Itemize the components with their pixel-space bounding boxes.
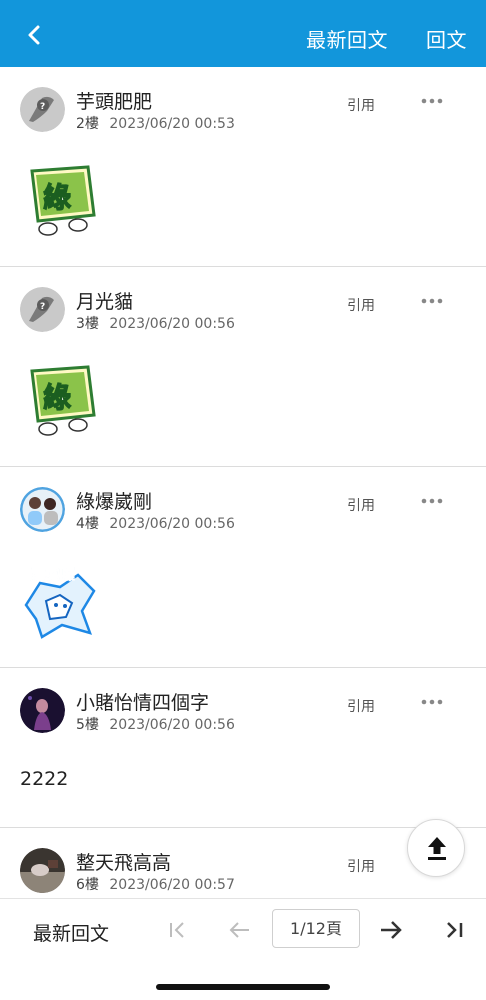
post-username[interactable]: 整天飛高高 (76, 848, 171, 875)
avatar[interactable] (20, 688, 65, 733)
post-timestamp: 2023/06/20 00:53 (109, 116, 235, 132)
page-indicator[interactable]: 1/12頁 (272, 909, 360, 948)
post-username[interactable]: 月光貓 (76, 287, 133, 314)
post-meta: 2樓 2023/06/20 00:53 (76, 113, 235, 133)
reply-link[interactable]: 回文 (426, 24, 467, 53)
green-sign-sticker: 綠 (30, 165, 96, 236)
next-page-icon[interactable] (376, 915, 406, 945)
more-options-icon[interactable] (420, 297, 444, 305)
default-avatar-icon: ? (20, 287, 65, 332)
sticker-text: 走地囉 (30, 565, 75, 583)
post-timestamp: 2023/06/20 00:56 (109, 316, 235, 332)
green-sign-sticker: 綠 (30, 365, 96, 436)
latest-reply-link[interactable]: 最新回文 (306, 24, 388, 53)
quote-button[interactable]: 引用 (347, 495, 375, 515)
post-item: 綠爆崴剛 4樓 2023/06/20 00:56 引用 走地囉 (0, 467, 486, 668)
top-bar: 最新回文 回文 (0, 0, 486, 67)
sticker-text: 綠 (43, 381, 71, 414)
post-item: ? 月光貓 3樓 2023/06/20 00:56 引用 綠 (0, 267, 486, 467)
home-indicator[interactable] (156, 984, 330, 990)
post-floor: 4樓 (76, 516, 99, 532)
user-photo-avatar (20, 688, 65, 733)
post-timestamp: 2023/06/20 00:57 (109, 877, 235, 893)
quote-button[interactable]: 引用 (347, 856, 375, 876)
user-photo-avatar (20, 848, 65, 893)
svg-text:?: ? (40, 102, 45, 112)
more-options-icon[interactable] (420, 97, 444, 105)
post-floor: 6樓 (76, 877, 99, 893)
avatar[interactable]: ? (20, 287, 65, 332)
user-photo-avatar (20, 487, 65, 532)
quote-button[interactable]: 引用 (347, 696, 375, 716)
running-cat-sticker: 走地囉 (24, 565, 96, 639)
post-floor: 3樓 (76, 316, 99, 332)
scroll-to-top-button[interactable] (407, 819, 465, 877)
post-meta: 4樓 2023/06/20 00:56 (76, 513, 235, 533)
default-avatar-icon: ? (20, 87, 65, 132)
post-username[interactable]: 小賭怡情四個字 (76, 688, 209, 715)
avatar[interactable]: ? (20, 87, 65, 132)
post-meta: 6樓 2023/06/20 00:57 (76, 874, 235, 894)
first-page-icon[interactable] (163, 915, 193, 945)
quote-button[interactable]: 引用 (347, 95, 375, 115)
post-floor: 2樓 (76, 116, 99, 132)
sticker-text: 綠 (43, 181, 71, 214)
latest-reply-button[interactable]: 最新回文 (33, 919, 109, 946)
post-meta: 3樓 2023/06/20 00:56 (76, 313, 235, 333)
post-floor: 5樓 (76, 717, 99, 733)
post-timestamp: 2023/06/20 00:56 (109, 717, 235, 733)
previous-page-icon[interactable] (225, 915, 255, 945)
back-arrow-icon[interactable] (22, 22, 48, 48)
avatar[interactable] (20, 848, 65, 893)
last-page-icon[interactable] (440, 915, 470, 945)
post-item: ? 芋頭肥肥 2樓 2023/06/20 00:53 引用 綠 (0, 67, 486, 267)
post-feed[interactable]: ? 芋頭肥肥 2樓 2023/06/20 00:53 引用 綠 ? 月光貓 3樓… (0, 67, 486, 898)
post-username[interactable]: 綠爆崴剛 (76, 487, 152, 514)
upload-arrow-icon (428, 837, 446, 860)
post-item: 小賭怡情四個字 5樓 2023/06/20 00:56 引用 2222 (0, 668, 486, 828)
more-options-icon[interactable] (420, 698, 444, 706)
more-options-icon[interactable] (420, 497, 444, 505)
post-username[interactable]: 芋頭肥肥 (76, 87, 152, 114)
svg-text:?: ? (40, 302, 45, 312)
post-timestamp: 2023/06/20 00:56 (109, 516, 235, 532)
post-meta: 5樓 2023/06/20 00:56 (76, 714, 235, 734)
avatar[interactable] (20, 487, 65, 532)
quote-button[interactable]: 引用 (347, 295, 375, 315)
post-body-text: 2222 (20, 768, 69, 790)
